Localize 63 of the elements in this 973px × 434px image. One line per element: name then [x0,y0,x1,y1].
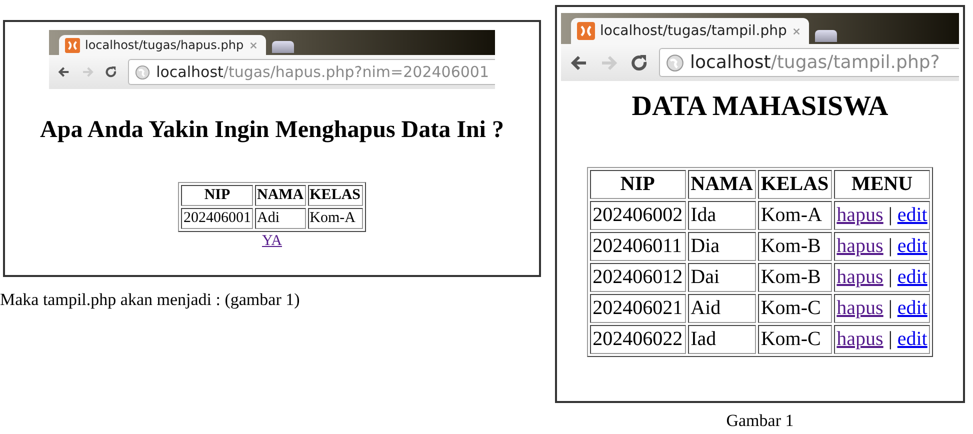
reload-icon[interactable] [629,52,649,72]
column-header: KELAS [308,185,362,206]
tab-title: localhost/tugas/hapus.php [85,38,244,52]
close-icon[interactable] [248,40,258,50]
table-cell: 202406002 [590,201,686,230]
table-cell: Kom-B [758,232,832,261]
table-cell: Dia [688,232,756,261]
table-cell: Kom-C [758,325,832,354]
table-cell: Kom-A [308,208,362,229]
table-link[interactable]: hapus [836,328,884,350]
column-header: KELAS [758,170,832,199]
separator-text: | [887,328,894,350]
table-link[interactable]: hapus [836,204,884,226]
table-cell: 202406001 [181,208,253,229]
tab-title: localhost/tugas/tampil.php [600,23,787,39]
new-tab-button[interactable] [814,30,837,42]
table-cell: Adi [254,208,306,229]
table-link[interactable]: edit [897,297,928,319]
globe-icon [666,54,684,72]
table-cell: Ida [688,201,756,230]
column-header: MENU [834,170,930,199]
separator-text: | [887,266,894,288]
table-cell: Kom-C [758,294,832,323]
column-header: NAMA [254,185,306,206]
column-header: NAMA [688,170,756,199]
table-cell: 202406022 [590,325,686,354]
table-cell: 202406011 [590,232,686,261]
separator-text: | [887,235,894,257]
table-cell: Kom-B [758,263,832,292]
table-link[interactable]: edit [897,235,928,257]
address-bar[interactable]: localhost/tugas/tampil.php? [659,48,959,77]
browser-tab[interactable]: localhost/tugas/tampil.php [571,18,809,44]
table-link[interactable]: hapus [836,235,884,257]
table-cell: Iad [688,325,756,354]
caption-text: Maka tampil.php akan menjadi : (gambar 1) [0,290,301,310]
address-bar[interactable]: localhost/tugas/hapus.php?nim=202406001 [128,59,495,85]
app-icon[interactable] [65,38,80,52]
table-cell: 202406021 [590,294,686,323]
table-link[interactable]: hapus [836,266,884,288]
globe-icon [135,64,150,80]
column-header: NIP [181,185,253,206]
separator-text: | [887,297,894,319]
url-text: localhost/tugas/hapus.php?nim=202406001 [156,63,489,81]
separator-text: | [887,204,894,226]
column-header: NIP [590,170,686,199]
url-text: localhost/tugas/tampil.php? [690,52,940,73]
table-cell: 202406012 [590,263,686,292]
table-link[interactable]: edit [897,328,928,350]
confirm-link[interactable]: YA [262,233,282,250]
table-link[interactable]: edit [897,266,928,288]
figure-caption: Gambar 1 [726,411,794,431]
table-link[interactable]: hapus [836,297,884,319]
new-tab-button[interactable] [272,41,294,53]
page-heading: Apa Anda Yakin Ingin Menghapus Data Ini ? [40,117,504,144]
table-link[interactable]: edit [897,204,928,226]
table-cell: Kom-A [758,201,832,230]
close-icon[interactable] [792,26,801,36]
table-cell: Aid [688,294,756,323]
app-icon[interactable] [577,22,595,40]
browser-tab[interactable]: localhost/tugas/hapus.php [59,35,266,55]
reload-icon[interactable] [104,64,118,80]
page-heading: DATA MAHASISWA [632,91,888,123]
table-cell: Dai [688,263,756,292]
